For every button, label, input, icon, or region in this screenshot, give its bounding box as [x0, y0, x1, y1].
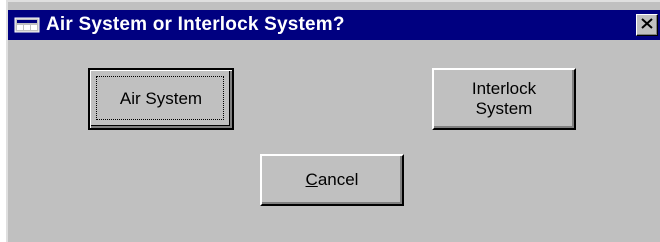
- air-system-label: Air System: [119, 89, 203, 108]
- cancel-button[interactable]: Cancel: [260, 154, 404, 206]
- window-title: Air System or Interlock System?: [46, 14, 345, 35]
- interlock-system-label: Interlock System: [471, 79, 537, 118]
- cancel-label-rest: ancel: [317, 170, 359, 189]
- title-bar[interactable]: Air System or Interlock System?: [8, 10, 660, 40]
- dialog-window: Air System or Interlock System? Air Syst…: [6, 0, 660, 242]
- air-system-button[interactable]: Air System: [88, 68, 234, 130]
- interlock-system-button[interactable]: Interlock System: [432, 68, 576, 130]
- app-window-icon: [14, 16, 40, 34]
- cancel-label: Cancel: [306, 170, 359, 190]
- close-button[interactable]: [636, 14, 658, 36]
- cancel-mnemonic: C: [305, 170, 318, 189]
- close-x-icon: [641, 16, 653, 34]
